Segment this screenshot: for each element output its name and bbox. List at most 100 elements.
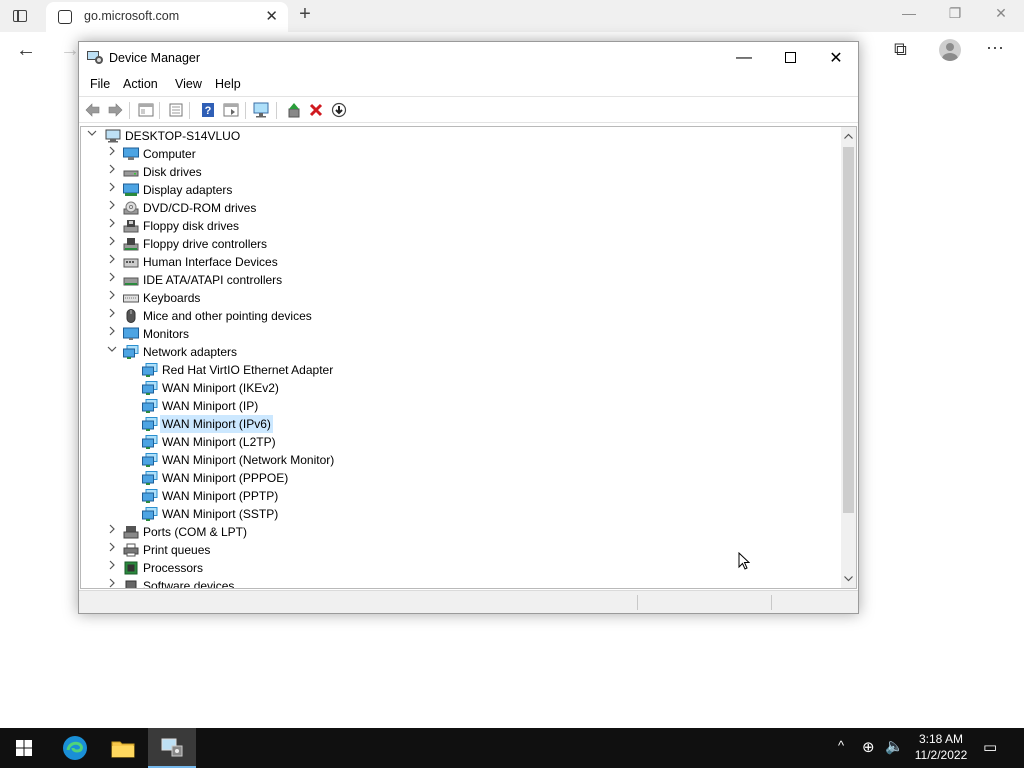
folder-icon [111, 741, 135, 758]
category-label: Software devices [143, 579, 235, 589]
tree-category-keyboards[interactable]: Keyboards [81, 289, 841, 307]
menu-view[interactable]: View [175, 77, 202, 91]
help-icon[interactable]: ? [199, 101, 217, 119]
tree-category-ports[interactable]: Ports (COM & LPT) [81, 523, 841, 541]
tab-actions-icon[interactable] [10, 7, 30, 25]
browser-restore-button[interactable]: ❐ [940, 5, 970, 22]
close-button[interactable]: ✕ [813, 42, 859, 73]
notification-icon[interactable]: ▭ [983, 738, 997, 756]
tree-category-floppy-controllers[interactable]: Floppy drive controllers [81, 235, 841, 253]
expand-chevron-icon[interactable] [105, 541, 119, 559]
tree-category-monitors[interactable]: Monitors [81, 325, 841, 343]
tree-category-display-adapters[interactable]: Display adapters [81, 181, 841, 199]
expand-chevron-icon[interactable] [105, 325, 119, 343]
taskbar-edge[interactable] [51, 728, 99, 768]
expand-chevron-icon[interactable] [105, 199, 119, 217]
back-button[interactable]: ← [16, 39, 36, 62]
new-tab-button[interactable]: + [294, 3, 316, 26]
tree-device[interactable]: WAN Miniport (L2TP) [81, 433, 841, 451]
tree-category-hid[interactable]: Human Interface Devices [81, 253, 841, 271]
start-button[interactable] [0, 728, 48, 768]
expand-chevron-icon[interactable] [105, 217, 119, 235]
browser-minimize-button[interactable]: — [894, 5, 924, 21]
expand-chevron-icon[interactable] [105, 271, 119, 289]
expand-chevron-icon[interactable] [105, 181, 119, 199]
expand-chevron-icon[interactable] [105, 253, 119, 271]
tree-category-disk-drives[interactable]: Disk drives [81, 163, 841, 181]
scroll-down-icon[interactable] [841, 572, 856, 586]
minimize-button[interactable]: — [721, 42, 767, 73]
menu-help[interactable]: Help [215, 77, 241, 91]
window-titlebar[interactable]: Device Manager — ✕ [79, 42, 858, 74]
volume-icon[interactable]: 🔈 [885, 737, 904, 755]
expand-chevron-icon[interactable] [105, 145, 119, 163]
tree-device[interactable]: WAN Miniport (PPPOE) [81, 469, 841, 487]
forward-button[interactable]: → [60, 39, 80, 62]
tree-category-print-queues[interactable]: Print queues [81, 541, 841, 559]
collapse-chevron-icon[interactable] [85, 127, 99, 145]
expand-chevron-icon[interactable] [105, 559, 119, 577]
collections-icon[interactable]: ⧉ [894, 39, 907, 60]
collapse-chevron-icon[interactable] [105, 343, 119, 361]
expand-chevron-icon[interactable] [105, 163, 119, 181]
tree-category-mice[interactable]: Mice and other pointing devices [81, 307, 841, 325]
tree-category-software-devices[interactable]: Software devices [81, 577, 841, 589]
tree-category-network-adapters[interactable]: Network adapters [81, 343, 841, 361]
ide-controller-icon [123, 273, 139, 287]
maximize-icon [784, 52, 796, 63]
scroll-thumb[interactable] [843, 147, 854, 513]
vertical-scrollbar[interactable] [841, 127, 856, 588]
category-label: DVD/CD-ROM drives [143, 201, 257, 215]
action-pane-icon[interactable] [222, 101, 240, 119]
tree-category-computer[interactable]: Computer [81, 145, 841, 163]
tree-category-ide-controllers[interactable]: IDE ATA/ATAPI controllers [81, 271, 841, 289]
menu-action[interactable]: Action [123, 77, 158, 91]
close-icon: ✕ [829, 49, 843, 67]
menu-bar: File Action View Help [79, 74, 858, 96]
disable-device-icon[interactable] [330, 101, 348, 119]
profile-avatar[interactable] [939, 39, 961, 61]
taskbar-file-explorer[interactable] [99, 728, 147, 768]
device-label: WAN Miniport (SSTP) [162, 507, 279, 521]
expand-chevron-icon[interactable] [105, 235, 119, 253]
tree-category-processors[interactable]: Processors [81, 559, 841, 577]
expand-chevron-icon[interactable] [105, 577, 119, 588]
browser-tab[interactable]: go.microsoft.com ✕ [46, 2, 288, 32]
maximize-button[interactable] [767, 42, 813, 73]
browser-close-button[interactable]: ✕ [986, 5, 1016, 22]
uninstall-device-icon[interactable] [307, 101, 325, 119]
device-label: Red Hat VirtIO Ethernet Adapter [162, 363, 334, 377]
network-icon[interactable]: ⊕ [862, 738, 875, 756]
device-tree: DESKTOP-S14VLUO Computer Disk drives Dis… [80, 126, 857, 589]
taskbar-device-manager[interactable] [148, 728, 196, 768]
tree-category-floppy-disk-drives[interactable]: Floppy disk drives [81, 217, 841, 235]
properties-icon[interactable] [167, 101, 185, 119]
update-driver-icon[interactable] [285, 101, 303, 119]
expand-chevron-icon[interactable] [105, 523, 119, 541]
tree-category-dvd-drives[interactable]: DVD/CD-ROM drives [81, 199, 841, 217]
scan-hardware-icon[interactable] [253, 101, 271, 119]
menu-file[interactable]: File [90, 77, 110, 91]
expand-chevron-icon[interactable] [105, 307, 119, 325]
tree-device[interactable]: Red Hat VirtIO Ethernet Adapter [81, 361, 841, 379]
forward-arrow-icon[interactable] [106, 101, 124, 119]
back-arrow-icon[interactable] [84, 101, 102, 119]
network-adapter-icon [123, 345, 139, 359]
clock[interactable]: 3:18 AM 11/2/2022 [912, 731, 970, 763]
show-hide-console-tree-icon[interactable] [137, 101, 155, 119]
tree-device[interactable]: WAN Miniport (IP) [81, 397, 841, 415]
network-adapter-icon [142, 417, 158, 431]
more-options-button[interactable]: ··· [986, 37, 1004, 58]
tree-device-selected[interactable]: WAN Miniport (IPv6) [81, 415, 841, 433]
tree-root[interactable]: DESKTOP-S14VLUO [81, 127, 841, 145]
expand-chevron-icon[interactable] [105, 289, 119, 307]
tree-device[interactable]: WAN Miniport (SSTP) [81, 505, 841, 523]
tree-device[interactable]: WAN Miniport (PPTP) [81, 487, 841, 505]
tree-device[interactable]: WAN Miniport (Network Monitor) [81, 451, 841, 469]
disk-drive-icon [123, 165, 139, 179]
tree-device[interactable]: WAN Miniport (IKEv2) [81, 379, 841, 397]
scroll-up-icon[interactable] [841, 129, 856, 143]
tab-close-button[interactable]: ✕ [265, 7, 278, 25]
tray-overflow-icon[interactable]: ^ [838, 738, 844, 753]
browser-tab-bar: go.microsoft.com ✕ + — ❐ ✕ [0, 0, 1024, 32]
